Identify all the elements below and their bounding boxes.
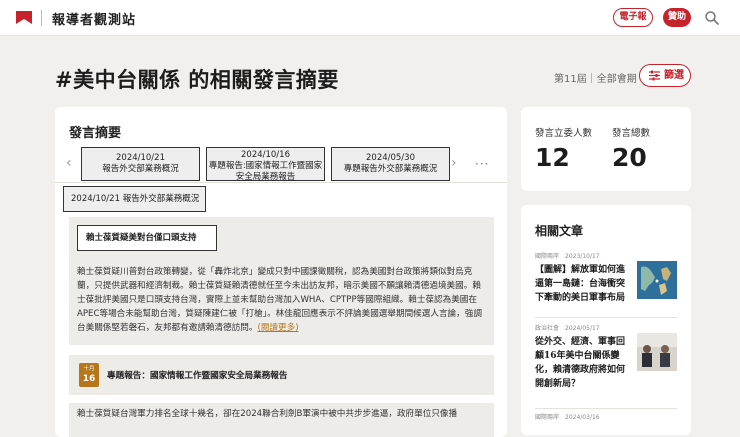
donate-button[interactable]: 贊助 [663, 8, 691, 27]
tab-date: 2024/05/30 [366, 153, 415, 163]
article-headline[interactable]: 從外交、經濟、軍事回顧16年美中台關係變化，賴清德政府將如何開創新局？ [535, 335, 627, 391]
top-navbar: 報導者觀測站 電子報 贊助 [0, 0, 740, 36]
statement-body: 賴士葆質疑台灣軍力排名全球十幾名，卻在2024聯合利劍B軍演中被中共步步進逼，政… [77, 409, 458, 419]
map-thumbnail-icon[interactable] [637, 261, 677, 299]
filter-sliders-icon [649, 70, 660, 81]
date-badge: 十月 16 [79, 363, 99, 387]
chevron-left-icon[interactable]: ‹ [66, 155, 72, 171]
related-articles-title: 相關文章 [535, 224, 584, 238]
related-article[interactable]: 國際兩岸 2023/10/17 【圖解】解放軍如何進逼第一島鏈：台海衝突下牽動的美… [535, 251, 677, 309]
article-category: 國際兩岸 [535, 253, 560, 260]
tab-2024-10-16[interactable]: 2024/10/16 專題報告:國家情報工作暨國家安全局業務報告 [206, 147, 325, 182]
statements-count-value: 20 [612, 143, 647, 172]
more-options-icon[interactable]: ··· [475, 157, 489, 171]
article-headline[interactable]: 【圖解】解放軍如何進逼第一島鏈：台海衝突下牽動的美日軍事布局 [535, 263, 627, 305]
session-scope: 全部會期 [596, 74, 637, 85]
divider [535, 317, 677, 318]
site-title[interactable]: 報導者觀測站 [52, 9, 136, 28]
tab-title: 專題報告外交部業務概況 [343, 164, 438, 174]
meeting-entry[interactable]: 十月 16 專題報告：國家情報工作暨國家安全局業務報告 [69, 355, 494, 395]
filter-button[interactable]: 篩選 [639, 64, 691, 87]
article-category: 政治社會 [535, 325, 560, 332]
tab-2024-10-21[interactable]: 2024/10/21 報告外交部業務概況 [81, 147, 200, 181]
divider [535, 408, 677, 409]
tab-title: 專題報告:國家情報工作暨國家安全局業務報告 [208, 161, 323, 182]
meeting-title: 專題報告：國家情報工作暨國家安全局業務報告 [107, 371, 288, 381]
filter-label: 篩選 [664, 70, 684, 81]
article-meta: 國際兩岸 2023/10/17 [535, 251, 677, 260]
tab-date: 2024/10/16 [241, 150, 290, 160]
tab-title: 報告外交部業務概況 [102, 164, 179, 174]
search-icon[interactable] [704, 10, 720, 26]
article-meta: 國際兩岸 2024/03/16 [535, 412, 677, 421]
photo-thumbnail-icon[interactable] [637, 333, 677, 371]
statement-entry: 賴士葆質疑美對台僅口頭支持 賴士葆質疑川普對台政策轉變，從「轟炸北京」變成只對中… [69, 217, 494, 345]
article-date: 2024/05/17 [565, 325, 600, 332]
article-category: 國際兩岸 [535, 414, 560, 421]
related-articles-card: 相關文章 國際兩岸 2023/10/17 【圖解】解放軍如何進逼第一島鏈：台海衝突… [521, 205, 691, 435]
tab-date: 2024/10/21 [116, 153, 165, 163]
tab-2024-05-30[interactable]: 2024/05/30 專題報告外交部業務概況 [331, 147, 450, 181]
epaper-button[interactable]: 電子報 [613, 8, 653, 27]
statements-count-label: 發言總數 [612, 128, 651, 139]
read-more-link[interactable]: (閱讀更多) [257, 323, 298, 333]
flag-logo-icon[interactable] [16, 11, 32, 24]
legislators-count-value: 12 [535, 143, 570, 172]
page-title: #美中台關係 的相關發言摘要 [55, 68, 339, 92]
session-separator: ｜ [586, 74, 597, 85]
statements-section-title: 發言摘要 [69, 126, 122, 141]
date-badge-month: 十月 [83, 366, 95, 372]
article-date: 2024/03/16 [565, 414, 600, 421]
stats-card: 發言立委人數 12 發言總數 20 [521, 107, 691, 191]
legislators-count-label: 發言立委人數 [535, 128, 593, 139]
statement-entry: 賴士葆質疑台灣軍力排名全球十幾名，卻在2024聯合利劍B軍演中被中共步步進逼，政… [69, 403, 494, 437]
chevron-right-icon[interactable]: › [451, 155, 457, 171]
logo-divider [41, 10, 42, 26]
session-info: 第11屆｜全部會期 [554, 70, 637, 85]
meeting-tabs: ‹ 2024/10/21 報告外交部業務概況 2024/10/16 專題報告:國… [55, 145, 507, 183]
statement-body: 賴士葆質疑川普對台政策轉變，從「轟炸北京」變成只對中國課徵關稅，認為美國對台政策… [77, 265, 489, 335]
article-meta: 政治社會 2024/05/17 [535, 323, 677, 332]
active-meeting-label: 2024/10/21 報告外交部業務概況 [63, 186, 206, 212]
statement-heading: 賴士葆質疑美對台僅口頭支持 [77, 225, 217, 251]
statements-card: 發言摘要 ‹ 2024/10/21 報告外交部業務概況 2024/10/16 專… [55, 107, 507, 437]
article-date: 2023/10/17 [565, 253, 600, 260]
related-article[interactable]: 國際兩岸 2024/03/16 [535, 412, 677, 432]
session-number: 第11屆 [554, 74, 587, 85]
date-badge-day: 16 [82, 374, 96, 384]
related-article[interactable]: 政治社會 2024/05/17 從外交、經濟、軍事回顧16年美中台關係變化，賴清德… [535, 323, 677, 397]
